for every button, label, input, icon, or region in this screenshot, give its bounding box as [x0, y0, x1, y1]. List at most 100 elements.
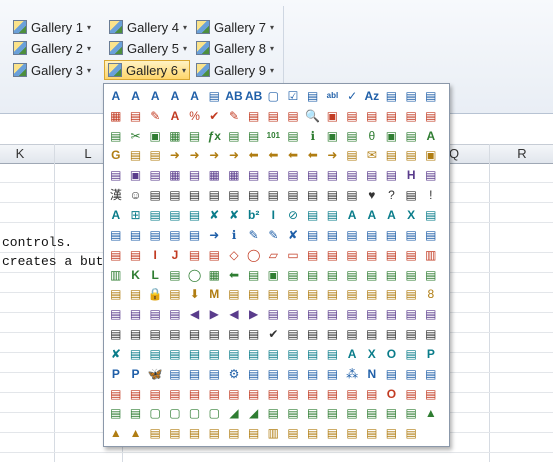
gallery-item-icon[interactable]: ▲ — [126, 423, 146, 443]
gallery-item-icon[interactable]: ▤ — [401, 146, 421, 166]
gallery-item-icon[interactable]: ✘ — [224, 205, 244, 225]
gallery-item-icon[interactable]: ▥ — [264, 423, 284, 443]
gallery-item-icon[interactable]: ▤ — [204, 324, 224, 344]
gallery-item-icon[interactable]: ▤ — [165, 265, 185, 285]
gallery-item-icon[interactable]: ▤ — [303, 384, 323, 404]
gallery-item-icon[interactable]: O — [382, 384, 402, 404]
gallery-item-icon[interactable]: A — [126, 86, 146, 106]
gallery-item-icon[interactable]: ▤ — [244, 165, 264, 185]
gallery-item-icon[interactable]: ? — [382, 185, 402, 205]
gallery-item-icon[interactable]: ▤ — [165, 384, 185, 404]
gallery-item-icon[interactable]: ▤ — [165, 205, 185, 225]
gallery-item-icon[interactable]: ▤ — [382, 284, 402, 304]
gallery-item-icon[interactable]: ▤ — [145, 384, 165, 404]
gallery-item-icon[interactable]: ▤ — [303, 304, 323, 324]
gallery-item-icon[interactable]: ▤ — [185, 126, 205, 146]
gallery-item-icon[interactable]: ▤ — [382, 404, 402, 424]
gallery-item-icon[interactable]: ▣ — [145, 126, 165, 146]
gallery-item-icon[interactable]: ▤ — [303, 205, 323, 225]
gallery-item-icon[interactable]: ▤ — [303, 245, 323, 265]
gallery-item-icon[interactable]: ⬅ — [264, 146, 284, 166]
gallery-item-icon[interactable]: ▥ — [106, 265, 126, 285]
gallery-item-icon[interactable]: ▤ — [145, 423, 165, 443]
gallery-item-icon[interactable]: ▤ — [421, 364, 441, 384]
gallery-item-icon[interactable]: ▦ — [106, 106, 126, 126]
gallery-item-icon[interactable]: ▤ — [106, 284, 126, 304]
gallery-item-icon[interactable]: ▤ — [165, 344, 185, 364]
column-header-l[interactable]: L — [78, 146, 98, 161]
gallery-item-icon[interactable]: ▤ — [224, 126, 244, 146]
gallery-6-button[interactable]: Gallery 6 ▾ — [104, 60, 191, 80]
gallery-item-icon[interactable]: ▤ — [224, 324, 244, 344]
gallery-item-icon[interactable]: ▱ — [264, 245, 284, 265]
gallery-item-icon[interactable]: ▤ — [421, 225, 441, 245]
gallery-item-icon[interactable]: ▤ — [165, 185, 185, 205]
gallery-item-icon[interactable]: ▤ — [145, 324, 165, 344]
gallery-item-icon[interactable]: ▤ — [204, 344, 224, 364]
gallery-item-icon[interactable]: ⬅ — [224, 265, 244, 285]
gallery-item-icon[interactable]: ➜ — [224, 146, 244, 166]
gallery-item-icon[interactable]: ▤ — [421, 304, 441, 324]
gallery-item-icon[interactable]: A — [106, 205, 126, 225]
gallery-2-button[interactable]: Gallery 2 ▾ — [9, 38, 95, 58]
gallery-item-icon[interactable]: ☺ — [126, 185, 146, 205]
gallery-item-icon[interactable]: ☑ — [283, 86, 303, 106]
gallery-item-icon[interactable]: ▤ — [126, 284, 146, 304]
gallery-item-icon[interactable]: ▤ — [342, 384, 362, 404]
gallery-item-icon[interactable]: ▤ — [185, 245, 205, 265]
gallery-item-icon[interactable]: ▤ — [323, 384, 343, 404]
gallery-item-icon[interactable]: 8 — [421, 284, 441, 304]
gallery-item-icon[interactable]: ▤ — [362, 245, 382, 265]
gallery-item-icon[interactable]: ▤ — [264, 344, 284, 364]
gallery-item-icon[interactable]: ▤ — [106, 225, 126, 245]
gallery-item-icon[interactable]: ▤ — [342, 265, 362, 285]
gallery-item-icon[interactable]: ➜ — [204, 146, 224, 166]
gallery-item-icon[interactable]: ▤ — [421, 106, 441, 126]
gallery-item-icon[interactable]: ◇ — [224, 245, 244, 265]
gallery-item-icon[interactable]: P — [106, 364, 126, 384]
gallery-item-icon[interactable]: I — [145, 245, 165, 265]
gallery-item-icon[interactable]: ▤ — [106, 245, 126, 265]
gallery-item-icon[interactable]: ▤ — [342, 185, 362, 205]
gallery-item-icon[interactable]: b² — [244, 205, 264, 225]
gallery-item-icon[interactable]: ▤ — [382, 364, 402, 384]
gallery-item-icon[interactable]: ▤ — [342, 225, 362, 245]
gallery-item-icon[interactable]: ▤ — [264, 384, 284, 404]
gallery-7-button[interactable]: Gallery 7 ▾ — [192, 17, 278, 37]
gallery-item-icon[interactable]: ▤ — [323, 165, 343, 185]
gallery-item-icon[interactable]: ▤ — [264, 165, 284, 185]
gallery-9-button[interactable]: Gallery 9 ▾ — [192, 60, 278, 80]
gallery-item-icon[interactable]: A — [106, 86, 126, 106]
gallery-item-icon[interactable]: ▢ — [145, 404, 165, 424]
gallery-item-icon[interactable]: ▤ — [382, 106, 402, 126]
gallery-item-icon[interactable]: P — [126, 364, 146, 384]
gallery-item-icon[interactable]: ▤ — [303, 265, 323, 285]
gallery-item-icon[interactable]: O — [382, 344, 402, 364]
gallery-item-icon[interactable]: ▤ — [145, 185, 165, 205]
gallery-item-icon[interactable]: ▤ — [204, 245, 224, 265]
gallery-item-icon[interactable]: ▤ — [283, 165, 303, 185]
gallery-item-icon[interactable]: ▤ — [283, 404, 303, 424]
gallery-item-icon[interactable]: ▤ — [303, 404, 323, 424]
gallery-item-icon[interactable]: ▤ — [421, 324, 441, 344]
gallery-item-icon[interactable]: ▤ — [382, 324, 402, 344]
gallery-item-icon[interactable]: ▤ — [401, 185, 421, 205]
gallery-item-icon[interactable]: ▤ — [185, 384, 205, 404]
gallery-item-icon[interactable]: ▤ — [244, 185, 264, 205]
gallery-item-icon[interactable]: ✘ — [106, 344, 126, 364]
gallery-item-icon[interactable]: ▤ — [244, 364, 264, 384]
gallery-item-icon[interactable]: ▤ — [323, 344, 343, 364]
gallery-item-icon[interactable]: ▤ — [382, 146, 402, 166]
gallery-item-icon[interactable]: ▤ — [323, 324, 343, 344]
gallery-item-icon[interactable]: X — [401, 205, 421, 225]
gallery-item-icon[interactable]: ▢ — [165, 404, 185, 424]
gallery-item-icon[interactable]: ƒx — [204, 126, 224, 146]
gallery-item-icon[interactable]: A — [382, 205, 402, 225]
gallery-item-icon[interactable]: K — [126, 265, 146, 285]
gallery-item-icon[interactable]: ▤ — [224, 284, 244, 304]
gallery-item-icon[interactable]: 101 — [264, 126, 284, 146]
gallery-item-icon[interactable]: L — [145, 265, 165, 285]
gallery-item-icon[interactable]: ▤ — [283, 364, 303, 384]
gallery-item-icon[interactable]: ▤ — [362, 165, 382, 185]
gallery-item-icon[interactable]: ▤ — [401, 384, 421, 404]
